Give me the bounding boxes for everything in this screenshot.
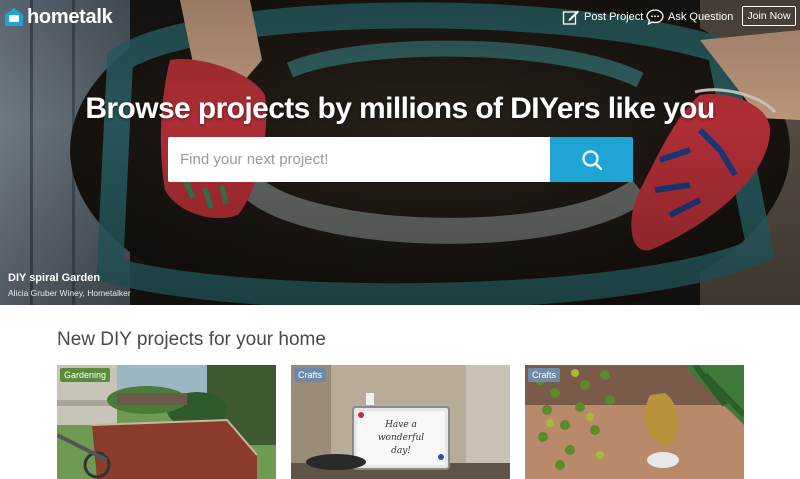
hero-headline: Browse projects by millions of DIYers li…	[85, 92, 715, 125]
category-tag: Crafts	[528, 368, 561, 382]
photo-title-link[interactable]: DIY spiral Garden	[8, 272, 100, 284]
hometalk-logo[interactable]: hometalk	[4, 5, 113, 28]
logo-text: hometalk	[27, 5, 113, 28]
whiteboard-line-3: day!	[391, 446, 411, 456]
search-input[interactable]	[168, 137, 550, 182]
category-tag: Gardening	[60, 368, 111, 382]
card-image-whiteboard: Have a wonderful day!	[291, 365, 510, 479]
whiteboard-line-1: Have a	[384, 420, 417, 430]
post-project-label: Post Project	[584, 11, 644, 23]
search-button[interactable]	[550, 137, 633, 182]
category-tag: Crafts	[294, 368, 327, 382]
card-image-garden	[57, 365, 276, 479]
post-project-link[interactable]: Post Project	[562, 6, 643, 28]
photo-author: Alicia Gruber Winey, Hometalker	[8, 288, 131, 298]
house-icon	[5, 8, 23, 26]
pencil-square-icon	[562, 10, 579, 25]
project-card-vases[interactable]: Crafts	[525, 365, 744, 479]
section-title: New DIY projects for your home	[57, 329, 326, 350]
speech-bubble-icon	[646, 9, 664, 26]
project-card-garden[interactable]: Gardening	[57, 365, 276, 479]
card-image-vases	[525, 365, 744, 479]
whiteboard-line-2: wonderful	[378, 433, 424, 443]
ask-question-link[interactable]: Ask Question	[646, 6, 733, 28]
search-icon	[581, 149, 602, 170]
project-card-whiteboard[interactable]: Have a wonderful day! Crafts	[291, 365, 510, 479]
ask-question-label: Ask Question	[668, 11, 734, 23]
join-now-button[interactable]: Join Now	[742, 6, 796, 26]
